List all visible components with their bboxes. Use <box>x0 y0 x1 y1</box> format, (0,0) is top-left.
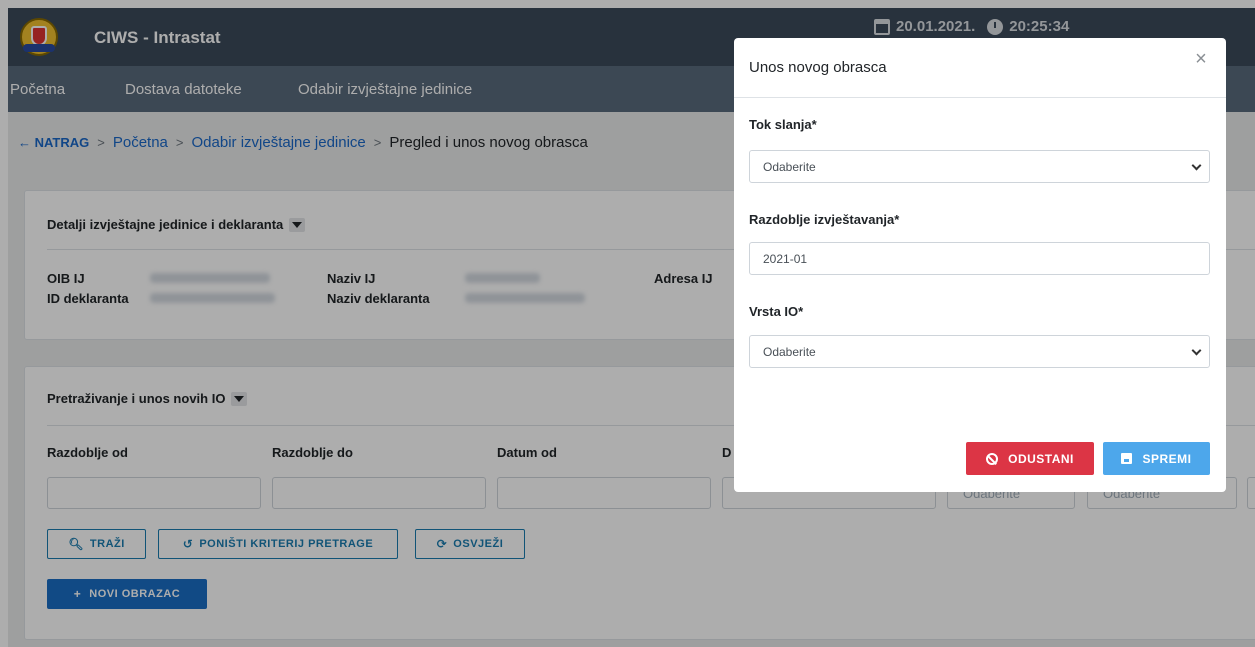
save-button[interactable]: SPREMI <box>1103 442 1210 475</box>
tok-slanja-label: Tok slanja* <box>749 117 817 132</box>
tok-slanja-value: Odaberite <box>763 159 816 174</box>
cancel-button-label: ODUSTANI <box>1008 451 1074 466</box>
save-button-label: SPREMI <box>1142 451 1192 466</box>
new-form-modal: Unos novog obrasca × Tok slanja* Odaberi… <box>734 38 1226 492</box>
close-icon[interactable]: × <box>1191 48 1211 70</box>
vrsta-io-value: Odaberite <box>763 344 816 359</box>
modal-divider <box>734 97 1226 98</box>
modal-title: Unos novog obrasca <box>749 59 887 76</box>
chevron-down-icon <box>1191 160 1202 171</box>
vrsta-io-select[interactable]: Odaberite <box>749 335 1210 368</box>
tok-slanja-select[interactable]: Odaberite <box>749 150 1210 183</box>
ban-icon <box>986 452 999 465</box>
save-icon <box>1121 453 1133 464</box>
razdoblje-izvjestavanja-input[interactable]: 2021-01 <box>749 242 1210 275</box>
cancel-button[interactable]: ODUSTANI <box>966 442 1094 475</box>
razdoblje-izvjestavanja-value: 2021-01 <box>763 251 808 266</box>
chevron-down-icon <box>1191 345 1202 356</box>
razdoblje-izvjestavanja-label: Razdoblje izvještavanja* <box>749 212 900 227</box>
vrsta-io-label: Vrsta IO* <box>749 304 804 319</box>
